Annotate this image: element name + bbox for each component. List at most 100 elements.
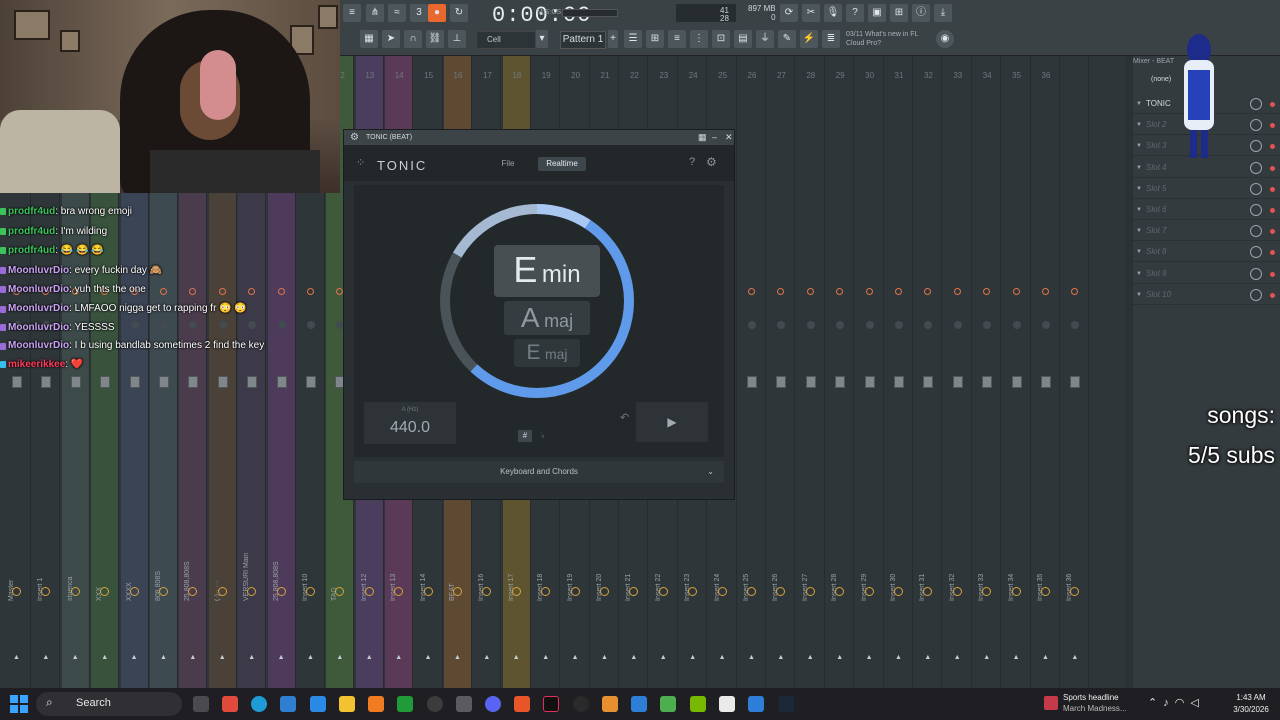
send-knob[interactable] (777, 288, 785, 295)
taskbar-search[interactable]: ⌕ Search (36, 692, 182, 716)
volume-fader[interactable] (776, 376, 787, 388)
volume-fader[interactable] (1041, 376, 1051, 388)
browser-icon[interactable]: ⊞ (890, 4, 908, 22)
app-icon[interactable] (602, 696, 618, 712)
mixer-slot[interactable]: ▼ Slot 10 (1133, 285, 1280, 305)
app-icon[interactable] (456, 696, 472, 712)
news-panel[interactable]: 03/11 What's new in FL Cloud Pro? (846, 30, 936, 48)
route-arrow-icon[interactable]: ▲ (630, 654, 637, 661)
route-arrow-icon[interactable]: ▲ (248, 654, 255, 661)
slot-mix-knob[interactable] (1250, 288, 1262, 301)
online-icon[interactable]: ◉ (936, 30, 954, 48)
slot-mix-knob[interactable] (1250, 225, 1262, 238)
app-icon[interactable] (660, 696, 676, 712)
route-arrow-icon[interactable]: ▲ (983, 654, 990, 661)
pan-knob[interactable] (423, 587, 433, 596)
route-button[interactable] (895, 321, 903, 329)
mixer-strip[interactable]: Insert 31 32 ▲ (914, 56, 943, 688)
edge-icon[interactable] (251, 696, 267, 712)
fx-icon[interactable]: ⚡ (800, 30, 818, 48)
help-icon[interactable]: ? (689, 156, 695, 168)
close-icon[interactable]: ✕ (725, 130, 733, 145)
file-explorer-icon[interactable] (339, 696, 355, 712)
mixer-slot[interactable]: ▼ Slot 8 (1133, 242, 1280, 263)
volume-fader[interactable] (864, 376, 875, 388)
loop-icon[interactable]: ↻ (450, 4, 468, 22)
volume-fader[interactable] (217, 376, 228, 388)
mixer-strip[interactable]: Insert 36 ▲ (1061, 56, 1090, 688)
pan-knob[interactable] (364, 587, 374, 596)
pan-knob[interactable] (864, 587, 874, 596)
volume-fader[interactable] (276, 376, 287, 388)
sharp-toggle[interactable]: # (518, 430, 532, 442)
discord-icon[interactable] (485, 696, 501, 712)
plug-icon[interactable]: ⏚ (756, 30, 774, 48)
route-arrow-icon[interactable]: ▲ (395, 654, 402, 661)
step-seq-icon[interactable]: ⊞ (646, 30, 664, 48)
mixer-toggle-icon[interactable]: ⋔ (366, 4, 384, 22)
keyboard-chords-expander[interactable]: Keyboard and Chords ⌄ (354, 461, 724, 483)
mixer-strip[interactable]: Insert 29 30 ▲ (856, 56, 884, 688)
xbox-icon[interactable] (397, 696, 413, 712)
mixer-slot[interactable]: ▼ Slot 5 (1133, 179, 1280, 199)
slot-dropdown-icon[interactable]: ▼ (1136, 264, 1142, 284)
volume-fader[interactable] (12, 376, 22, 388)
slot-enable-led[interactable] (1270, 165, 1275, 171)
mixer-strip[interactable]: Insert 27 28 ▲ (797, 56, 825, 688)
volume-fader[interactable] (306, 376, 316, 388)
send-knob[interactable] (924, 288, 932, 295)
route-arrow-icon[interactable]: ▲ (572, 654, 579, 661)
route-button[interactable] (1012, 321, 1021, 329)
count-icon[interactable]: 3 (410, 4, 428, 22)
pan-knob[interactable] (747, 587, 756, 596)
route-arrow-icon[interactable]: ▲ (42, 654, 49, 661)
route-arrow-icon[interactable]: ▲ (748, 654, 755, 661)
magnet-icon[interactable]: ∩ (404, 30, 422, 48)
mixer-slot[interactable]: ▼ Slot 4 (1133, 158, 1280, 178)
slot-dropdown-icon[interactable]: ▼ (1136, 285, 1142, 305)
pan-knob[interactable] (70, 587, 80, 596)
pan-knob[interactable] (600, 587, 609, 596)
slot-mix-knob[interactable] (1250, 119, 1262, 132)
detected-key-primary[interactable]: E min (494, 245, 600, 297)
send-knob[interactable] (1071, 288, 1079, 295)
volume-fader[interactable] (1070, 376, 1081, 388)
route-button[interactable] (806, 321, 815, 329)
tab-file[interactable]: File (494, 157, 522, 171)
slot-mix-knob[interactable] (1250, 267, 1262, 280)
pan-knob[interactable] (159, 587, 168, 596)
slot-dropdown-icon[interactable]: ▼ (1136, 242, 1142, 262)
slot-mix-knob[interactable] (1250, 161, 1262, 174)
send-knob[interactable] (1012, 288, 1020, 295)
route-arrow-icon[interactable]: ▲ (425, 654, 432, 661)
route-button[interactable] (307, 321, 315, 329)
microphone-icon[interactable]: ♪ (1163, 697, 1175, 709)
plugin-options-icon[interactable]: ⚙ (350, 130, 359, 145)
route-arrow-icon[interactable]: ▲ (954, 654, 961, 661)
start-button[interactable] (10, 695, 28, 713)
news-widget[interactable]: Sports headline March Madness... (1044, 692, 1144, 716)
pan-knob[interactable] (805, 587, 815, 596)
master-volume-bar[interactable] (562, 9, 618, 17)
route-arrow-icon[interactable]: ▲ (278, 654, 285, 661)
pan-knob[interactable] (1041, 587, 1050, 596)
refresh-icon[interactable]: ⟳ (780, 4, 798, 22)
list-icon[interactable]: ≣ (822, 30, 840, 48)
snap-dropdown-icon[interactable]: ▾ (536, 30, 548, 48)
steam-icon[interactable] (778, 696, 794, 712)
save-icon[interactable]: ▣ (868, 4, 886, 22)
slot-enable-led[interactable] (1270, 123, 1275, 129)
chevron-up-icon[interactable]: ⌃ (1148, 697, 1163, 709)
route-arrow-icon[interactable]: ▲ (777, 654, 784, 661)
route-arrow-icon[interactable]: ▲ (101, 654, 108, 661)
volume-fader[interactable] (70, 376, 81, 388)
route-arrow-icon[interactable]: ▲ (307, 654, 314, 661)
route-arrow-icon[interactable]: ▲ (336, 654, 343, 661)
route-arrow-icon[interactable]: ▲ (689, 654, 696, 661)
pan-knob[interactable] (952, 587, 962, 596)
playlist-icon[interactable]: ☰ (624, 30, 642, 48)
link-icon[interactable]: ⛓ (426, 30, 444, 48)
pattern-select[interactable]: Pattern 1 (560, 31, 606, 49)
slot-enable-led[interactable] (1270, 208, 1275, 213)
volume-fader[interactable] (100, 376, 111, 388)
